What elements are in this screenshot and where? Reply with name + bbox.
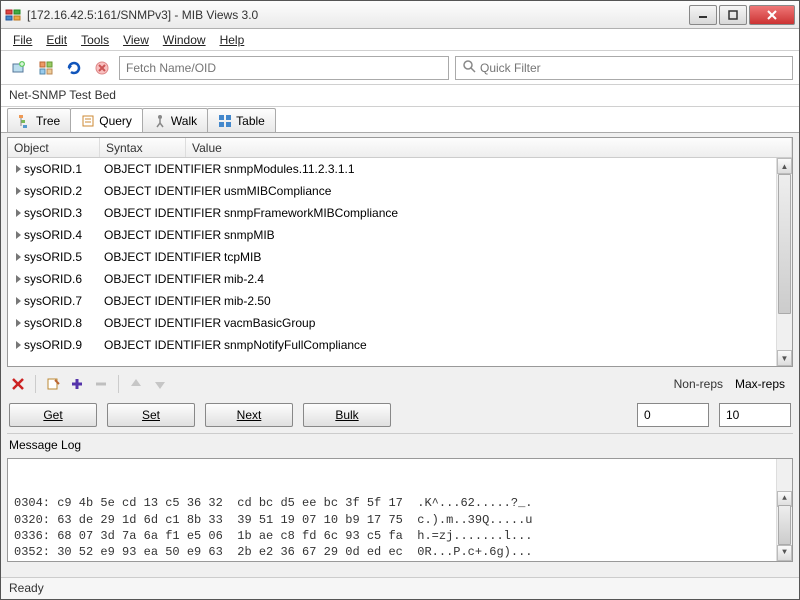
scroll-thumb[interactable] [778,505,791,545]
expand-icon[interactable] [16,253,21,261]
table-row[interactable]: sysORID.6OBJECT IDENTIFIERmib-2.4 [8,268,792,290]
minimize-button[interactable] [689,5,717,25]
content-area: Object Syntax Value sysORID.1OBJECT IDEN… [1,133,799,577]
remove-row-icon[interactable] [92,375,110,393]
expand-icon[interactable] [16,165,21,173]
fetch-input-wrap [119,56,449,80]
separator [118,375,119,393]
scroll-up-icon[interactable]: ▲ [777,158,792,174]
table-scrollbar[interactable]: ▲ ▼ [776,158,792,366]
nonreps-label: Non-reps [674,377,729,391]
edit-row-icon[interactable] [44,375,62,393]
filter-input[interactable] [480,61,786,75]
scroll-thumb[interactable] [778,174,791,314]
col-syntax[interactable]: Syntax [100,138,186,157]
set-button[interactable]: Set [107,403,195,427]
refresh-icon[interactable] [63,57,85,79]
get-button[interactable]: Get [9,403,97,427]
menu-window[interactable]: Window [157,31,212,49]
breadcrumb: Net-SNMP Test Bed [1,85,799,107]
walk-icon [153,114,167,128]
title-bar: [172.16.42.5:161/SNMPv3] - MIB Views 3.0 [1,1,799,29]
table-row[interactable]: sysORID.4OBJECT IDENTIFIERsnmpMIB [8,224,792,246]
menu-view[interactable]: View [117,31,155,49]
col-object[interactable]: Object [8,138,100,157]
maxreps-input[interactable] [719,403,791,427]
mib-browser-icon[interactable] [35,57,57,79]
table-row[interactable]: sysORID.8OBJECT IDENTIFIERvacmBasicGroup [8,312,792,334]
move-down-icon[interactable] [151,375,169,393]
expand-icon[interactable] [16,275,21,283]
table-body: sysORID.1OBJECT IDENTIFIERsnmpModules.11… [8,158,792,366]
table-row[interactable]: sysORID.5OBJECT IDENTIFIERtcpMIB [8,246,792,268]
stop-icon[interactable] [91,57,113,79]
col-value[interactable]: Value [186,138,792,157]
expand-icon[interactable] [16,209,21,217]
tab-tree[interactable]: Tree [7,108,71,132]
action-row: Non-reps Max-reps [7,371,793,397]
menu-tools[interactable]: Tools [75,31,115,49]
expand-icon[interactable] [16,297,21,305]
table-row[interactable]: sysORID.1OBJECT IDENTIFIERsnmpModules.11… [8,158,792,180]
button-row: Get Set Next Bulk [7,401,793,429]
query-icon [81,114,95,128]
expand-icon[interactable] [16,319,21,327]
expand-icon[interactable] [16,231,21,239]
tab-table[interactable]: Table [207,108,276,132]
nonreps-input[interactable] [637,403,709,427]
fetch-input[interactable] [126,61,442,75]
menu-bar: File Edit Tools View Window Help [1,29,799,51]
scroll-down-icon[interactable]: ▼ [777,350,792,366]
log-scrollbar[interactable]: ▲ ▼ [776,459,792,561]
maximize-button[interactable] [719,5,747,25]
menu-file[interactable]: File [7,31,38,49]
app-window: [172.16.42.5:161/SNMPv3] - MIB Views 3.0… [0,0,800,600]
bulk-button[interactable]: Bulk [303,403,391,427]
app-icon [5,7,21,23]
maxreps-label: Max-reps [735,377,791,391]
move-up-icon[interactable] [127,375,145,393]
expand-icon[interactable] [16,341,21,349]
table-row[interactable]: sysORID.7OBJECT IDENTIFIERmib-2.50 [8,290,792,312]
tree-icon [18,114,32,128]
table-icon [218,114,232,128]
delete-row-icon[interactable] [9,375,27,393]
menu-help[interactable]: Help [214,31,251,49]
add-row-icon[interactable] [68,375,86,393]
tab-walk[interactable]: Walk [142,108,208,132]
menu-edit[interactable]: Edit [40,31,73,49]
window-title: [172.16.42.5:161/SNMPv3] - MIB Views 3.0 [27,8,687,22]
scroll-down-icon[interactable]: ▼ [777,545,792,561]
add-agent-icon[interactable] [7,57,29,79]
status-bar: Ready [1,577,799,599]
separator [35,375,36,393]
next-button[interactable]: Next [205,403,293,427]
table-row[interactable]: sysORID.3OBJECT IDENTIFIERsnmpFrameworkM… [8,202,792,224]
table-header: Object Syntax Value [8,138,792,158]
result-table: Object Syntax Value sysORID.1OBJECT IDEN… [7,137,793,367]
tab-strip: Tree Query Walk Table [1,107,799,133]
search-icon [462,59,476,76]
filter-input-wrap [455,56,793,80]
message-log[interactable]: 0304: c9 4b 5e cd 13 c5 36 32 cd bc d5 e… [7,458,793,562]
log-label: Message Log [7,433,793,454]
expand-icon[interactable] [16,187,21,195]
tab-query[interactable]: Query [70,108,143,132]
table-row[interactable]: sysORID.9OBJECT IDENTIFIERsnmpNotifyFull… [8,334,792,356]
table-row[interactable]: sysORID.2OBJECT IDENTIFIERusmMIBComplian… [8,180,792,202]
toolbar [1,51,799,85]
close-button[interactable] [749,5,795,25]
